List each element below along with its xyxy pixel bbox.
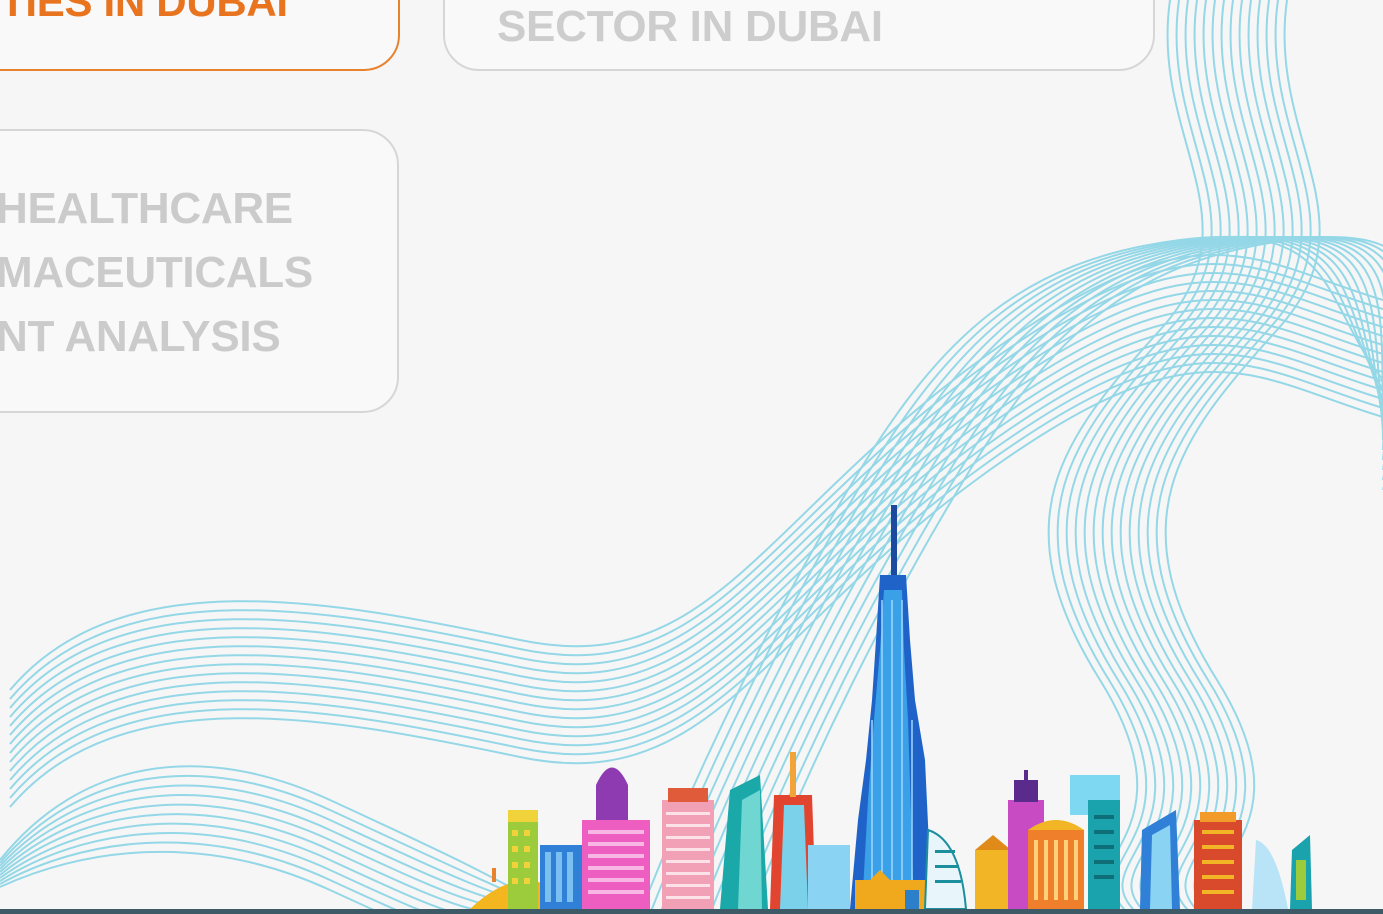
ground-line bbox=[0, 909, 1383, 914]
dubai-skyline-illustration bbox=[470, 505, 1312, 910]
